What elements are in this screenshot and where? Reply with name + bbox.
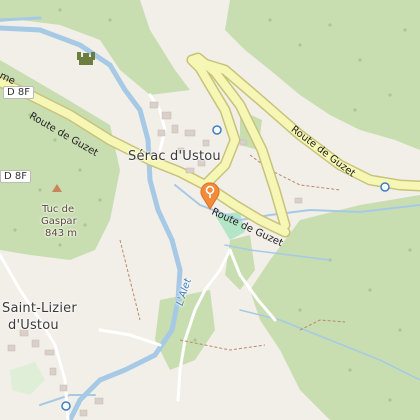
map-view[interactable]: Sérac d'Ustou Saint-Lizier d'Ustou Tuc d… bbox=[0, 0, 420, 420]
place-label-saint-lizier-line2: d'Ustou bbox=[8, 318, 59, 333]
road-shield-d8f-top: D 8F bbox=[3, 86, 34, 99]
peak-label-elevation: 843 m bbox=[45, 228, 78, 239]
peak-label-name1: Tuc de bbox=[42, 204, 75, 215]
road-shield-d8f-left: D 8F bbox=[0, 170, 31, 183]
playground-area bbox=[10, 362, 45, 395]
place-label-saint-lizier-line1: Saint-Lizier bbox=[2, 301, 77, 316]
castle-icon bbox=[77, 52, 95, 65]
place-label-serac: Sérac d'Ustou bbox=[128, 149, 221, 164]
peak-label-name2: Gaspar bbox=[41, 216, 77, 227]
